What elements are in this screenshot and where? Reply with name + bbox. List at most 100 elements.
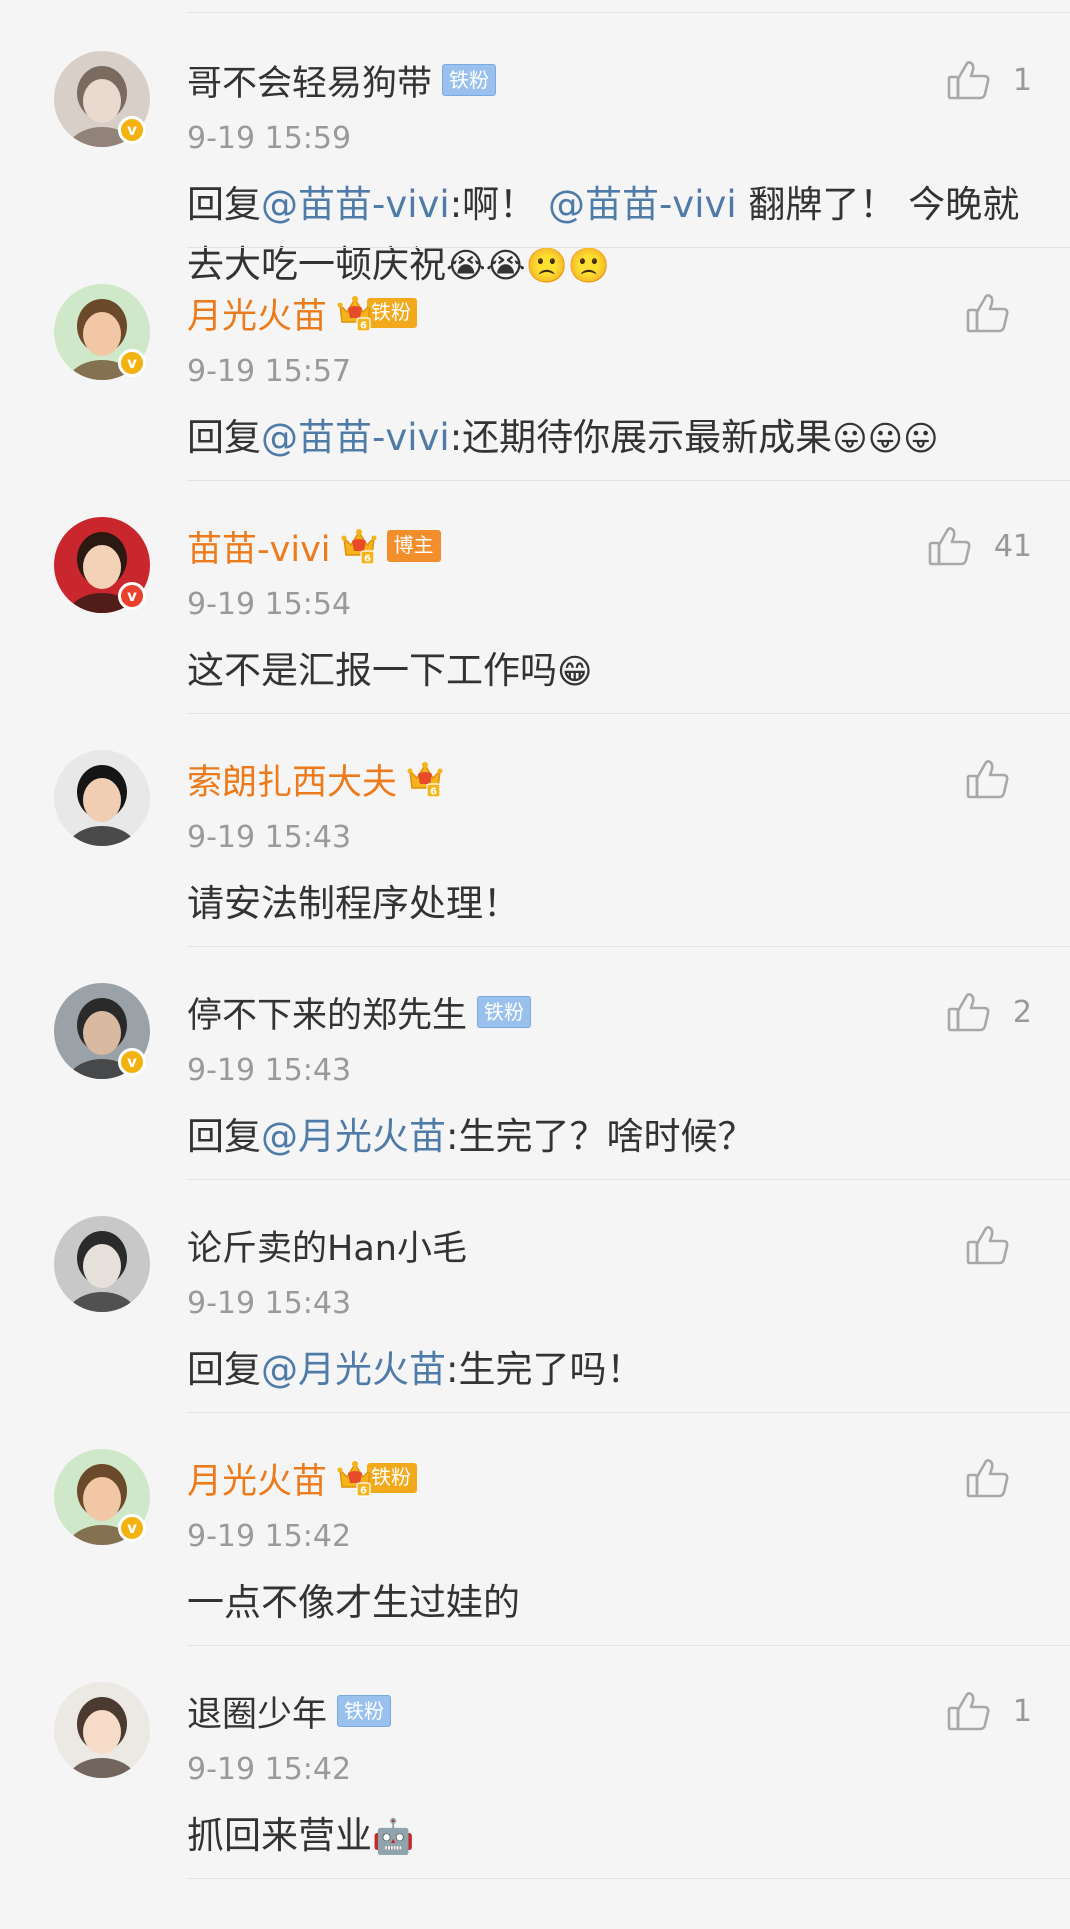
comment-text: 一点不像才生过娃的: [187, 1573, 1047, 1633]
like-button[interactable]: [966, 1457, 1032, 1499]
timestamp: 9-19 15:42: [187, 1752, 352, 1787]
verified-v-icon: v: [118, 116, 146, 144]
text-segment: :生完了？啥时候？: [446, 1115, 755, 1158]
username[interactable]: 哥不会轻易狗带: [187, 55, 432, 106]
mention-link[interactable]: @苗苗-vivi: [261, 183, 450, 226]
like-count: 41: [993, 528, 1032, 564]
like-count: 1: [1012, 62, 1032, 98]
text-segment: 回复: [187, 1348, 261, 1391]
name-row: 月光火苗 6 铁粉: [187, 1453, 418, 1504]
avatar[interactable]: [54, 1216, 150, 1312]
thumbs-up-icon: [947, 59, 991, 101]
text-segment: 回复: [187, 416, 261, 459]
svg-text:6: 6: [430, 787, 437, 798]
like-count: 1: [1012, 1693, 1032, 1729]
thumbs-up-icon: [947, 991, 991, 1033]
like-button[interactable]: 1: [947, 1690, 1032, 1732]
username[interactable]: 索朗扎西大夫: [187, 754, 397, 805]
comment-item[interactable]: v 哥不会轻易狗带 铁粉 9-19 15:59 回复@苗苗-vivi:啊！ @苗苗-vi…: [0, 15, 1070, 286]
crown-level-icon: 6: [337, 294, 373, 332]
comment-item[interactable]: v 月光火苗 6 铁粉 9-19 15:57 回复@苗苗-vivi:还期待你展示最新成…: [0, 248, 1070, 481]
avatar[interactable]: [54, 1682, 150, 1778]
timestamp: 9-19 15:54: [187, 587, 352, 622]
text-segment: :啊！: [449, 183, 548, 226]
thumbs-up-icon: [966, 1457, 1010, 1499]
name-row: 论斤卖的Han小毛: [187, 1220, 467, 1270]
text-segment: 这不是汇报一下工作吗: [187, 649, 557, 692]
crown-level-icon: 6: [337, 1459, 373, 1497]
like-button[interactable]: [966, 758, 1032, 800]
name-row: 停不下来的郑先生 铁粉: [187, 987, 532, 1038]
svg-text:6: 6: [360, 321, 367, 332]
mention-link[interactable]: @苗苗-vivi: [261, 416, 450, 459]
text-segment: 一点不像才生过娃的: [187, 1581, 520, 1624]
mention-link[interactable]: @月光火苗: [261, 1348, 446, 1391]
like-button[interactable]: 1: [947, 59, 1032, 101]
text-segment: 抓回来营业: [187, 1814, 372, 1857]
mention-link[interactable]: @苗苗-vivi: [548, 183, 737, 226]
svg-text:6: 6: [360, 1486, 367, 1497]
text-segment: 回复: [187, 1115, 261, 1158]
timestamp: 9-19 15:43: [187, 1053, 352, 1088]
name-row: 苗苗-vivi 6 博主: [187, 521, 441, 571]
text-segment: 请安法制程序处理！: [187, 882, 520, 925]
comment-item[interactable]: v 月光火苗 6 铁粉 9-19 15:42 一点不像才生过娃的: [0, 1413, 1070, 1646]
comment-item[interactable]: v 停不下来的郑先生 铁粉 9-19 15:43 回复@月光火苗:生完了？啥时候？ 2: [0, 947, 1070, 1180]
comment-text: 回复@苗苗-vivi:还期待你展示最新成果😛😛😛: [187, 408, 1047, 469]
like-button[interactable]: [966, 1224, 1032, 1266]
timestamp: 9-19 15:42: [187, 1519, 352, 1554]
comment-text: 回复@月光火苗:生完了？啥时候？: [187, 1107, 1047, 1167]
like-button[interactable]: 2: [947, 991, 1032, 1033]
username[interactable]: 退圈少年: [187, 1686, 327, 1737]
comment-item[interactable]: 论斤卖的Han小毛 9-19 15:43 回复@月光火苗:生完了吗！: [0, 1180, 1070, 1413]
emoji: 😁: [557, 652, 593, 692]
like-count: 2: [1012, 994, 1032, 1030]
timestamp: 9-19 15:43: [187, 820, 352, 855]
name-row: 退圈少年 铁粉: [187, 1686, 392, 1737]
comment-text: 回复@月光火苗:生完了吗！: [187, 1340, 1047, 1400]
emoji: 😛😛😛: [832, 419, 939, 459]
verified-v-icon: v: [118, 1514, 146, 1542]
emoji: 🤖: [372, 1817, 415, 1857]
thumbs-up-icon: [966, 1224, 1010, 1266]
comment-item[interactable]: 索朗扎西大夫 6 9-19 15:43 请安法制程序处理！: [0, 714, 1070, 947]
username[interactable]: 苗苗-vivi: [187, 521, 331, 572]
verified-v-icon: v: [118, 582, 146, 610]
crown-level-icon: 6: [341, 527, 377, 565]
comment-text: 请安法制程序处理！: [187, 874, 1047, 934]
thumbs-up-icon: [966, 758, 1010, 800]
fan-badge: 铁粉: [442, 64, 497, 96]
name-row: 月光火苗 6 铁粉: [187, 288, 418, 339]
fan-badge: 铁粉: [367, 298, 418, 328]
like-button[interactable]: 41: [928, 525, 1032, 567]
text-segment: :生完了吗！: [446, 1348, 644, 1391]
mention-link[interactable]: @月光火苗: [261, 1115, 446, 1158]
crown-level-icon: 6: [407, 760, 443, 798]
divider: [187, 1878, 1070, 1879]
top-divider: [187, 12, 1070, 13]
crown-fan-badge: 6 铁粉: [337, 1459, 418, 1497]
comment-text: 抓回来营业🤖: [187, 1806, 1047, 1867]
thumbs-up-icon: [966, 292, 1010, 334]
name-row: 哥不会轻易狗带 铁粉: [187, 55, 497, 106]
username[interactable]: 月光火苗: [187, 1453, 327, 1504]
timestamp: 9-19 15:59: [187, 121, 352, 156]
comment-list: v 哥不会轻易狗带 铁粉 9-19 15:59 回复@苗苗-vivi:啊！ @苗苗-vi…: [0, 0, 1070, 1929]
comment-item[interactable]: 退圈少年 铁粉 9-19 15:42 抓回来营业🤖 1: [0, 1646, 1070, 1879]
username[interactable]: 论斤卖的Han小毛: [187, 1220, 467, 1271]
thumbs-up-icon: [947, 1690, 991, 1732]
username[interactable]: 月光火苗: [187, 288, 327, 339]
fan-badge: 铁粉: [337, 1695, 392, 1727]
text-segment: :还期待你展示最新成果: [449, 416, 833, 459]
comment-text: 这不是汇报一下工作吗😁: [187, 641, 1047, 702]
svg-text:6: 6: [364, 554, 371, 565]
text-segment: 回复: [187, 183, 261, 226]
username[interactable]: 停不下来的郑先生: [187, 987, 467, 1038]
timestamp: 9-19 15:43: [187, 1286, 352, 1321]
comment-item[interactable]: v 苗苗-vivi 6 博主 9-19 15:54 这不是汇报一下工作吗😁 41: [0, 481, 1070, 714]
fan-badge: 铁粉: [367, 1463, 418, 1493]
like-button[interactable]: [966, 292, 1032, 334]
thumbs-up-icon: [928, 525, 972, 567]
avatar[interactable]: [54, 750, 150, 846]
verified-v-icon: v: [118, 349, 146, 377]
